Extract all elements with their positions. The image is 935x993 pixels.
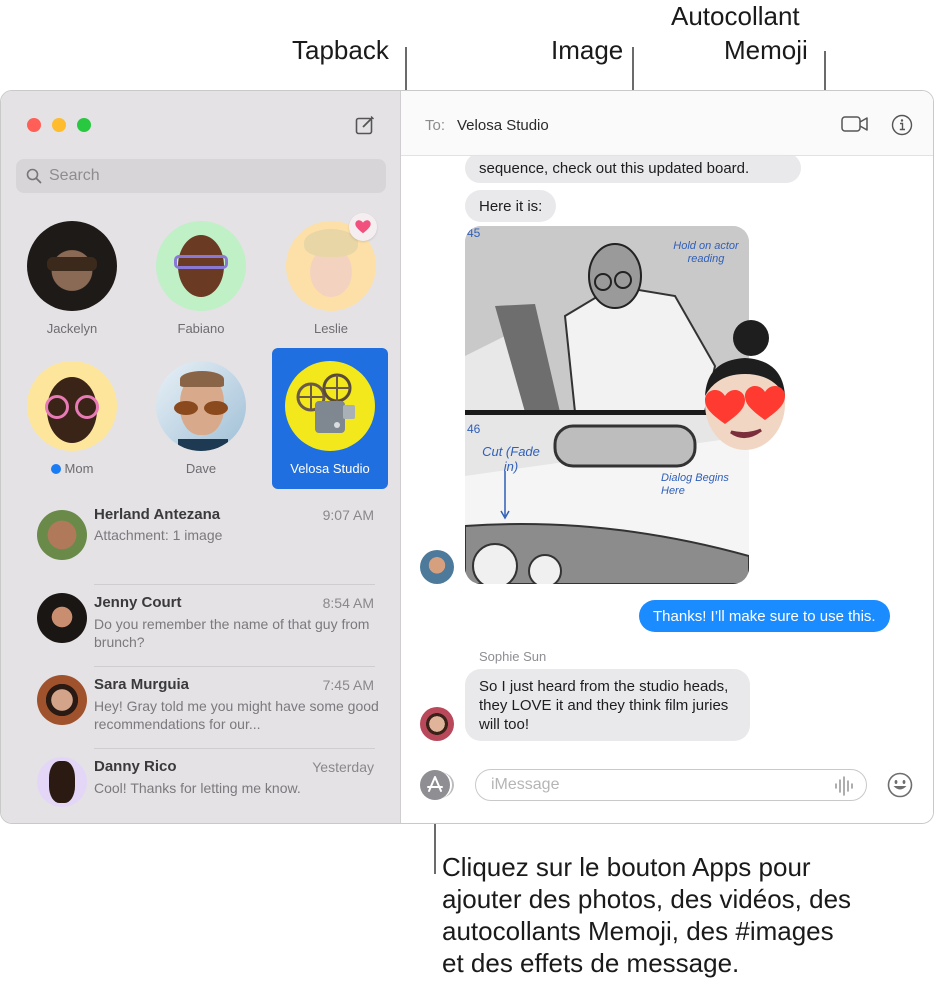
pinned-name: Leslie	[314, 321, 348, 336]
message-input-placeholder: iMessage	[491, 776, 560, 793]
avatar	[285, 361, 375, 451]
minimize-button[interactable]	[52, 118, 66, 132]
memoji-sticker[interactable]	[703, 316, 791, 456]
message-bubble: sequence, check out this updated board.	[465, 153, 801, 183]
recipient-field[interactable]: Velosa Studio	[457, 117, 549, 134]
conversation-time: 9:07 AM	[322, 507, 374, 523]
note-hold: Hold on actor reading	[673, 240, 739, 265]
pinned-contact-leslie[interactable]: Leslie	[273, 213, 389, 361]
to-label: To:	[425, 117, 446, 134]
pinned-name: Mom	[14, 461, 130, 476]
apps-button[interactable]	[420, 770, 454, 800]
maximize-button[interactable]	[77, 118, 91, 132]
pinned-name: Jackelyn	[46, 321, 98, 336]
callout-tapback: Tapback	[292, 35, 389, 65]
avatar	[27, 221, 117, 311]
callout-image: Image	[551, 35, 624, 65]
audio-waveform-icon[interactable]	[832, 774, 856, 798]
emoji-icon[interactable]	[887, 772, 913, 798]
divider	[94, 666, 375, 667]
sunglasses-icon	[47, 257, 97, 271]
chat-header: To: Velosa Studio	[401, 91, 933, 156]
conversation-item[interactable]: Jenny Court 8:54 AM Do you remember the …	[1, 584, 400, 664]
video-camera-icon[interactable]	[841, 115, 869, 133]
note-dialog: Dialog Begins Here	[661, 472, 729, 497]
search-icon	[26, 168, 42, 184]
film-projector-icon	[296, 373, 355, 433]
pinned-name: Dave	[185, 461, 217, 476]
note-46: 46	[467, 422, 481, 436]
pinned-contact-mom[interactable]: Mom	[14, 361, 130, 501]
sidebar: Search Jackelyn Fabiano Leslie Mom Dave …	[1, 91, 401, 823]
conversation-name: Jenny Court	[94, 594, 182, 611]
conversation-preview: Cool! Thanks for letting me know.	[94, 780, 301, 796]
pinned-contact-jackelyn[interactable]: Jackelyn	[14, 221, 130, 361]
message-bubble: So I just heard from the studio heads, t…	[465, 669, 750, 741]
message-input[interactable]: iMessage	[475, 769, 867, 801]
heart-icon	[355, 220, 371, 234]
callout-memoji-line1: Autocollant	[671, 1, 800, 31]
conversation-item[interactable]: Danny Rico Yesterday Cool! Thanks for le…	[1, 748, 400, 823]
search-placeholder: Search	[49, 167, 100, 184]
compose-icon[interactable]	[355, 115, 375, 135]
memoji-heart-eyes-icon	[705, 320, 785, 450]
conversation-preview: Attachment: 1 image	[94, 527, 223, 543]
sender-avatar	[420, 550, 454, 584]
avatar	[37, 593, 87, 643]
callout-memoji-line2: Memoji	[724, 35, 808, 65]
avatar	[37, 510, 87, 560]
conversation-item[interactable]: Sara Murguia 7:45 AM Hey! Gray told me y…	[1, 666, 400, 746]
conversation-name: Danny Rico	[94, 758, 177, 775]
conversation-time: 8:54 AM	[322, 595, 374, 611]
pinned-name: Velosa Studio	[290, 461, 370, 476]
avatar	[156, 361, 246, 451]
app-store-icon	[427, 776, 443, 792]
pinned-name: Fabiano	[177, 321, 225, 336]
avatar	[37, 757, 87, 807]
conversation-time: Yesterday	[312, 759, 374, 775]
avatar	[27, 361, 117, 451]
chat-pane: To: Velosa Studio sequence, check out th…	[401, 91, 933, 823]
tapback-badge	[349, 213, 377, 241]
pinned-contact-fabiano[interactable]: Fabiano	[143, 221, 259, 361]
note-45: 45	[467, 226, 481, 240]
pinned-contact-dave[interactable]: Dave	[143, 361, 259, 501]
conversation-name: Sara Murguia	[94, 676, 190, 693]
message-bubble-outgoing: Thanks! I’ll make sure to use this.	[639, 600, 890, 632]
conversation-time: 7:45 AM	[322, 677, 374, 693]
pinned-contact-velosa-studio[interactable]: Velosa Studio	[272, 348, 388, 489]
search-input[interactable]: Search	[16, 159, 386, 193]
sender-name: Sophie Sun	[479, 649, 547, 664]
conversation-name: Herland Antezana	[94, 506, 221, 523]
sender-avatar	[420, 707, 454, 741]
divider	[94, 584, 375, 585]
callout-apps: Cliquez sur le bouton Apps pour ajouter …	[442, 852, 852, 978]
divider	[94, 748, 375, 749]
avatar	[156, 221, 246, 311]
avatar	[37, 675, 87, 725]
messages-window: Search Jackelyn Fabiano Leslie Mom Dave …	[0, 90, 934, 824]
conversation-item[interactable]: Herland Antezana 9:07 AM Attachment: 1 i…	[1, 503, 400, 583]
conversation-preview: Hey! Gray told me you might have some go…	[94, 698, 379, 732]
message-bubble: Here it is:	[465, 190, 557, 222]
info-icon[interactable]	[891, 114, 913, 136]
close-button[interactable]	[27, 118, 41, 132]
conversation-preview: Do you remember the name of that guy fro…	[94, 616, 370, 650]
note-cut: Cut (Fade in)	[482, 444, 540, 474]
unread-indicator	[50, 464, 61, 474]
